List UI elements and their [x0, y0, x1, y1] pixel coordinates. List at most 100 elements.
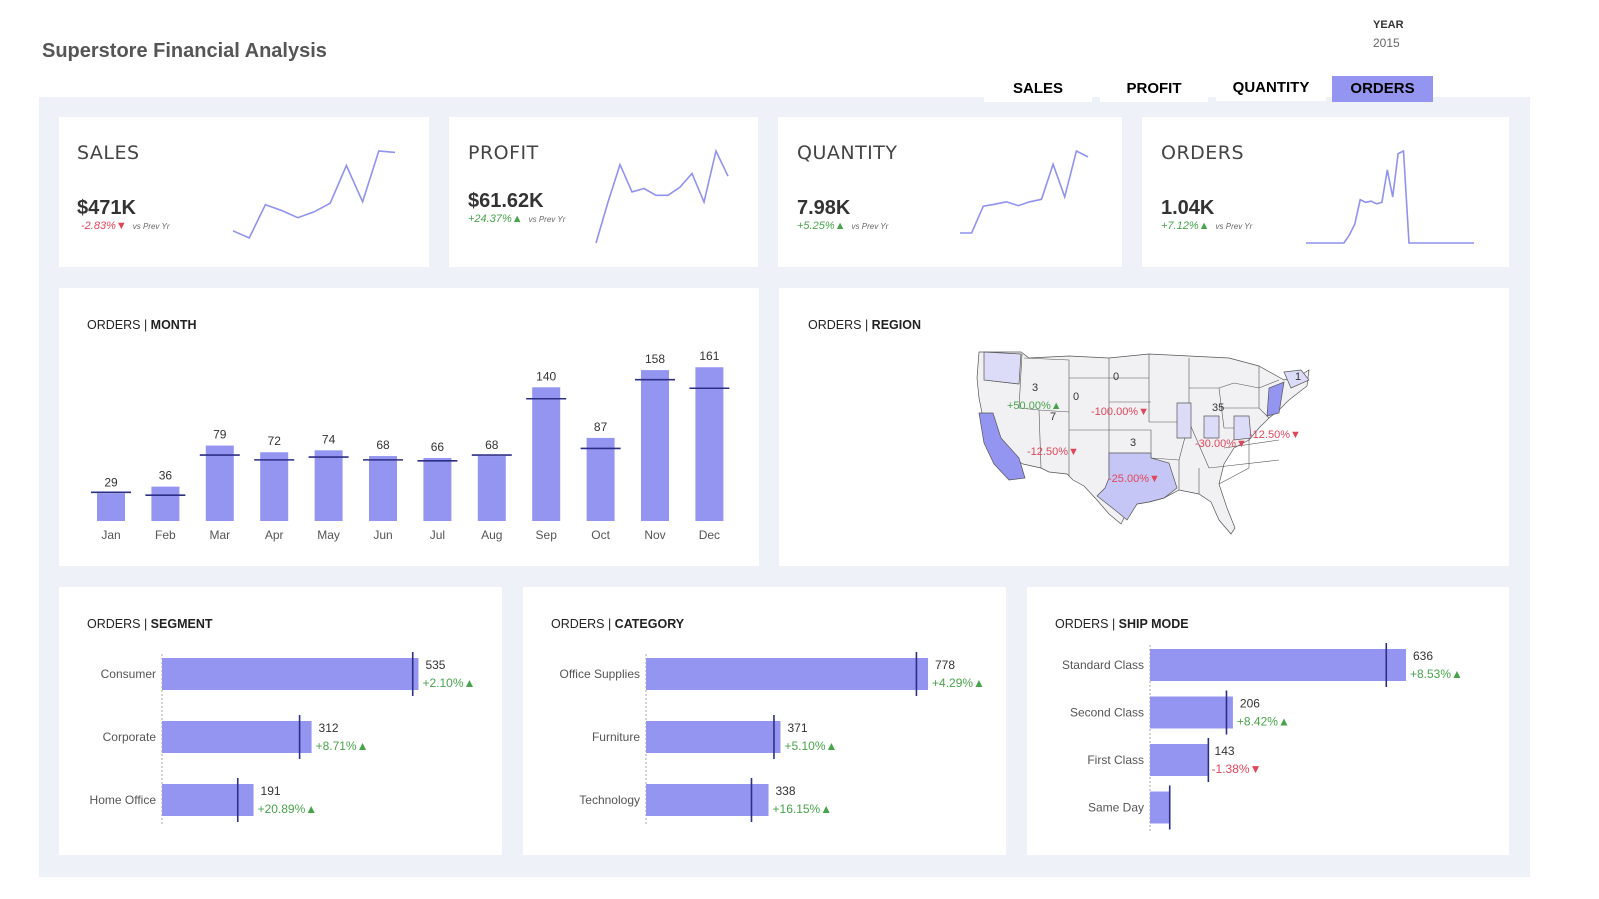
hbar-value-label: 143	[1215, 744, 1235, 758]
hbar-category-label: First Class	[1087, 753, 1144, 767]
map-delta-label: -12.50%▼	[1027, 446, 1079, 458]
hbar-category-label: Technology	[579, 793, 640, 807]
kpi-label: ORDERS	[1161, 142, 1245, 164]
kpi-card-profit: PROFIT $61.62K +24.37%▲ vs Prev Yr	[449, 117, 758, 267]
kpi-delta: +24.37%▲ vs Prev Yr	[468, 213, 566, 225]
hbar	[162, 721, 312, 753]
shipmode-bar-chart: Standard Class 636 +8.53%▲ Second Class 206 +…	[1062, 643, 1463, 833]
month-bar	[477, 456, 506, 521]
month-value-label: 68	[376, 438, 390, 452]
month-bar-chart: 29 Jan 36 Feb 79 Mar 72 Apr 74 May 68 Jun 66 Jul 68 Aug…	[91, 349, 730, 542]
hbar-delta-label: +8.71%▲	[316, 739, 369, 753]
sparkline-series	[960, 149, 1089, 234]
hbar-delta-label: +20.89%▲	[258, 802, 318, 816]
tab-profit[interactable]: PROFIT	[1100, 76, 1208, 102]
hbar-value-label: 371	[787, 721, 807, 735]
month-value-label: 68	[485, 438, 499, 452]
hbar-delta-label: +8.53%▲	[1410, 667, 1463, 681]
hbar-category-label: Furniture	[592, 730, 640, 744]
kpi-card-sales: SALES $471K -2.83%▼ vs Prev Yr	[59, 117, 429, 267]
month-value-label: 36	[159, 469, 173, 483]
month-tick-label: Sep	[536, 528, 558, 542]
hbar-value-label: 338	[776, 784, 796, 798]
month-bar	[97, 493, 125, 521]
tab-orders[interactable]: ORDERS	[1332, 76, 1433, 102]
orders-category-card: ORDERS | CATEGORY Office Supplies 778 +4.2…	[523, 587, 1006, 855]
sparkline-quantity	[960, 149, 1089, 234]
hbar-delta-label: +5.10%▲	[784, 739, 837, 753]
month-tick-label: Oct	[591, 528, 610, 542]
hbar-category-label: Home Office	[90, 793, 157, 807]
map-delta-label: -12.50%▼	[1249, 429, 1301, 441]
kpi-value: 7.98K	[797, 197, 851, 219]
month-bar	[151, 486, 180, 521]
kpi-delta: -2.83%▼ vs Prev Yr	[81, 220, 170, 232]
month-value-label: 66	[431, 440, 445, 454]
year-filter-value[interactable]: 2015	[1373, 36, 1400, 50]
hbar-value-label: 636	[1413, 649, 1433, 663]
hbar	[646, 721, 781, 753]
kpi-value: $61.62K	[468, 190, 544, 212]
map-value-label: 3	[1032, 382, 1038, 394]
sparkline-orders	[1306, 149, 1474, 244]
month-bar	[532, 387, 561, 521]
hbar-delta-label: +16.15%▲	[773, 802, 833, 816]
kpi-label: PROFIT	[468, 142, 539, 164]
orders-month-card: ORDERS | MONTH 29 Jan 36 Feb 79 Mar 72 Apr 74 May…	[59, 288, 759, 566]
category-bar-chart: Office Supplies 778 +4.29%▲ Furniture 371 +5.…	[560, 652, 985, 825]
segment-bar-chart: Consumer 535 +2.10%▲ Corporate 312 +8.71%▲ Hom…	[90, 652, 475, 825]
month-bar	[314, 450, 343, 521]
month-value-label: 72	[268, 434, 282, 448]
tab-quantity[interactable]: QUANTITY	[1216, 75, 1326, 101]
map-value-label: 3	[1130, 437, 1136, 449]
month-value-label: 161	[699, 349, 719, 363]
hbar-category-label: Corporate	[103, 730, 157, 744]
month-tick-label: Mar	[209, 528, 230, 542]
hbar-category-label: Office Supplies	[560, 667, 641, 681]
hbar-value-label: 191	[261, 784, 281, 798]
orders-shipmode-card: ORDERS | SHIP MODE Standard Class 636 +8.5…	[1027, 587, 1509, 855]
sparkline-series	[1306, 149, 1474, 244]
month-bar	[260, 452, 289, 521]
map-value-label: 0	[1113, 371, 1119, 383]
map-delta-label: +50.00%▲	[1007, 400, 1062, 412]
hbar	[1150, 744, 1208, 776]
month-tick-label: Apr	[265, 528, 284, 542]
map-delta-label: -25.00%▼	[1108, 473, 1160, 485]
month-bar	[205, 445, 234, 521]
month-tick-label: Dec	[699, 528, 720, 542]
orders-segment-card: ORDERS | SEGMENT Consumer 535 +2.10%▲ Corpo…	[59, 587, 502, 855]
hbar-value-label: 312	[319, 721, 339, 735]
month-value-label: 158	[645, 352, 665, 366]
hbar	[1150, 649, 1406, 681]
tab-sales[interactable]: SALES	[984, 76, 1092, 102]
hbar-category-label: Same Day	[1088, 801, 1144, 815]
month-bar	[641, 370, 669, 521]
hbar-delta-label: +4.29%▲	[932, 676, 985, 690]
hbar	[646, 658, 929, 690]
month-value-label: 29	[104, 475, 118, 489]
kpi-delta: +5.25%▲ vs Prev Yr	[797, 220, 889, 232]
month-bar	[369, 456, 397, 521]
kpi-value: $471K	[77, 197, 136, 219]
kpi-card-orders: ORDERS 1.04K +7.12%▲ vs Prev Yr	[1142, 117, 1509, 267]
map-value-label: 1	[1295, 371, 1301, 383]
hbar	[1150, 696, 1233, 729]
month-bar	[695, 367, 724, 521]
year-filter-label: YEAR	[1373, 19, 1404, 31]
kpi-label: SALES	[77, 142, 140, 164]
hbar-value-label: 535	[425, 658, 445, 672]
hbar-value-label: 778	[935, 658, 955, 672]
hbar-category-label: Second Class	[1070, 706, 1144, 720]
orders-region-card: ORDERS | REGION 3 0 0 35 1 7 3 +50.00%▲ …	[779, 288, 1509, 566]
month-value-label: 79	[213, 428, 227, 442]
hbar-delta-label: -1.38%▼	[1212, 762, 1262, 776]
us-map[interactable]: 3 0 0 35 1 7 3 +50.00%▲ -100.00%▼ -12.50…	[779, 288, 1509, 566]
month-tick-label: Feb	[155, 528, 176, 542]
hbar-delta-label: +2.10%▲	[422, 676, 475, 690]
kpi-label: QUANTITY	[797, 142, 898, 164]
kpi-delta: +7.12%▲ vs Prev Yr	[1161, 220, 1253, 232]
month-tick-label: Jan	[101, 528, 120, 542]
hbar	[1150, 791, 1170, 824]
hbar-category-label: Standard Class	[1062, 658, 1144, 672]
